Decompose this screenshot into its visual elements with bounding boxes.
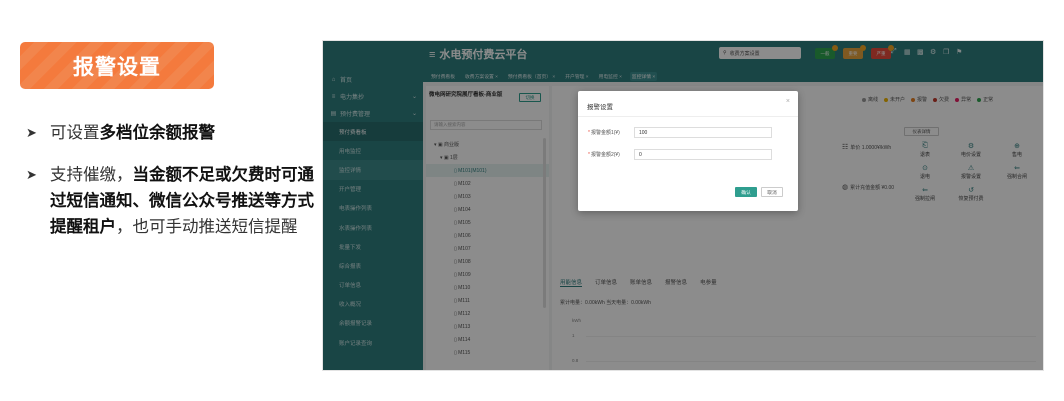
slide: 报警设置 ➤ 可设置多档位余额报警 ➤ 支持催缴，当金额不足或欠费时可通过短信通…	[0, 0, 1064, 401]
dialog-title: 报警设置	[587, 104, 613, 111]
feature-item: ➤ 支持催缴，当金额不足或欠费时可通过短信通知、微信公众号推送等方式提醒租户，也…	[26, 162, 316, 240]
feature-text: 可设置	[50, 124, 100, 142]
bullet-arrow-icon: ➤	[26, 167, 37, 182]
alarm-amount-2-label: *报警金额2(¥)	[588, 151, 620, 158]
confirm-button[interactable]: 确认	[735, 187, 757, 197]
alarm-amount-2-label-text: 报警金额2(¥)	[590, 152, 620, 158]
alarm-amount-1-label: *报警金额1(¥)	[588, 129, 620, 136]
alarm-settings-dialog: 报警设置 × *报警金额1(¥) 100 *报警金额2(¥) 0 确认 取消	[578, 91, 798, 211]
app-screenshot: ⌂ 首页 ≡ 电力集抄 ⌄ ▤ 预付费管理 ⌄ 预付费看板 用电监控 监控详情 开户管理 电表操作列表…	[322, 40, 1044, 371]
section-badge: 报警设置	[20, 42, 214, 89]
close-icon[interactable]: ×	[786, 98, 790, 105]
feature-highlight: 多档位余额报警	[99, 124, 216, 142]
feature-item: ➤ 可设置多档位余额报警	[26, 120, 316, 146]
bullet-arrow-icon: ➤	[26, 125, 37, 140]
feature-list: ➤ 可设置多档位余额报警 ➤ 支持催缴，当金额不足或欠费时可通过短信通知、微信公…	[26, 120, 316, 256]
section-title: 报警设置	[73, 55, 161, 79]
cancel-button[interactable]: 取消	[761, 187, 783, 197]
feature-text: ，也可手动推送短信提醒	[116, 218, 298, 236]
feature-text: 支持催缴，	[50, 166, 133, 184]
alarm-amount-2-input[interactable]: 0	[634, 149, 772, 160]
required-mark: *	[588, 130, 590, 136]
alarm-amount-1-input[interactable]: 100	[634, 127, 772, 138]
required-mark: *	[588, 152, 590, 158]
alarm-amount-1-label-text: 报警金额1(¥)	[590, 130, 620, 136]
dialog-divider	[578, 116, 798, 117]
